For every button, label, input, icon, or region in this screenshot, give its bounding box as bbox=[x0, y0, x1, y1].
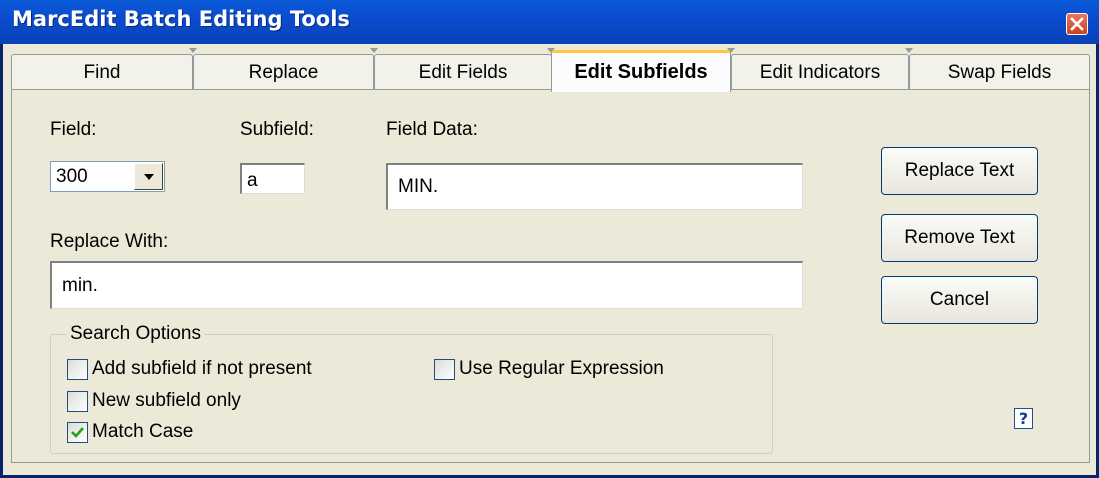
tab-label: Edit Indicators bbox=[759, 61, 881, 83]
new-subfield-only-label: New subfield only bbox=[92, 390, 241, 411]
tab-edit-subfields[interactable]: Edit Subfields bbox=[551, 50, 731, 92]
subfield-input[interactable]: a bbox=[240, 163, 305, 194]
subfield-input-value: a bbox=[247, 170, 258, 191]
close-icon bbox=[1070, 17, 1084, 31]
tab-strip: Find Replace Edit Fields Edit Subfields … bbox=[11, 48, 1090, 92]
checkbox-box[interactable] bbox=[67, 390, 88, 412]
field-data-value: MIN. bbox=[398, 176, 439, 197]
field-data-label: Field Data: bbox=[386, 119, 478, 140]
search-options-title: Search Options bbox=[67, 323, 204, 345]
cancel-button-label: Cancel bbox=[929, 289, 990, 310]
replace-text-button[interactable]: Replace Text bbox=[881, 147, 1038, 195]
new-subfield-only-checkbox[interactable]: New subfield only bbox=[67, 390, 241, 412]
field-dropdown-button[interactable] bbox=[134, 163, 163, 190]
close-button[interactable] bbox=[1066, 13, 1088, 35]
remove-text-button[interactable]: Remove Text bbox=[881, 214, 1038, 262]
dialog-window: MarcEdit Batch Editing Tools Find Replac… bbox=[0, 0, 1099, 478]
tab-label: Find bbox=[83, 61, 121, 83]
help-icon[interactable]: ? bbox=[1014, 408, 1033, 429]
cancel-button[interactable]: Cancel bbox=[881, 276, 1038, 324]
checkmark-icon bbox=[71, 426, 84, 438]
field-select-value: 300 bbox=[56, 166, 88, 187]
tab-edit-fields[interactable]: Edit Fields bbox=[374, 54, 552, 90]
tab-find[interactable]: Find bbox=[11, 54, 193, 90]
checkbox-box[interactable] bbox=[67, 421, 88, 443]
edit-subfields-panel: Field: Subfield: Field Data: 300 a MIN. … bbox=[11, 89, 1090, 463]
add-subfield-checkbox[interactable]: Add subfield if not present bbox=[67, 358, 312, 380]
add-subfield-label: Add subfield if not present bbox=[92, 358, 312, 379]
use-regex-checkbox[interactable]: Use Regular Expression bbox=[434, 358, 664, 380]
remove-text-button-label: Remove Text bbox=[904, 227, 1015, 248]
window-title: MarcEdit Batch Editing Tools bbox=[12, 7, 350, 31]
use-regex-label: Use Regular Expression bbox=[459, 358, 664, 379]
checkbox-box[interactable] bbox=[434, 358, 455, 380]
checkbox-box[interactable] bbox=[67, 358, 88, 380]
field-label: Field: bbox=[50, 119, 97, 140]
tab-label: Swap Fields bbox=[947, 61, 1052, 83]
field-select[interactable]: 300 bbox=[50, 161, 165, 192]
tab-edit-indicators[interactable]: Edit Indicators bbox=[731, 54, 909, 90]
search-options-group: Search Options Add subfield if not prese… bbox=[50, 323, 773, 454]
match-case-label: Match Case bbox=[92, 421, 194, 442]
tab-divider bbox=[189, 48, 197, 53]
tab-divider bbox=[370, 48, 378, 53]
tab-swap-fields[interactable]: Swap Fields bbox=[909, 54, 1090, 90]
replace-with-input[interactable]: min. bbox=[50, 261, 803, 309]
tab-label: Edit Fields bbox=[418, 61, 508, 83]
field-data-input[interactable]: MIN. bbox=[386, 163, 803, 210]
chevron-down-icon bbox=[143, 173, 154, 180]
replace-text-button-label: Replace Text bbox=[904, 160, 1015, 181]
replace-with-value: min. bbox=[62, 275, 98, 296]
replace-with-label: Replace With: bbox=[50, 231, 169, 252]
match-case-checkbox[interactable]: Match Case bbox=[67, 421, 193, 443]
tab-label: Edit Subfields bbox=[574, 61, 708, 83]
subfield-label: Subfield: bbox=[240, 119, 314, 140]
tab-divider bbox=[905, 48, 913, 53]
title-bar[interactable]: MarcEdit Batch Editing Tools bbox=[0, 0, 1099, 44]
tab-label: Replace bbox=[248, 61, 319, 83]
tab-replace[interactable]: Replace bbox=[193, 54, 374, 90]
